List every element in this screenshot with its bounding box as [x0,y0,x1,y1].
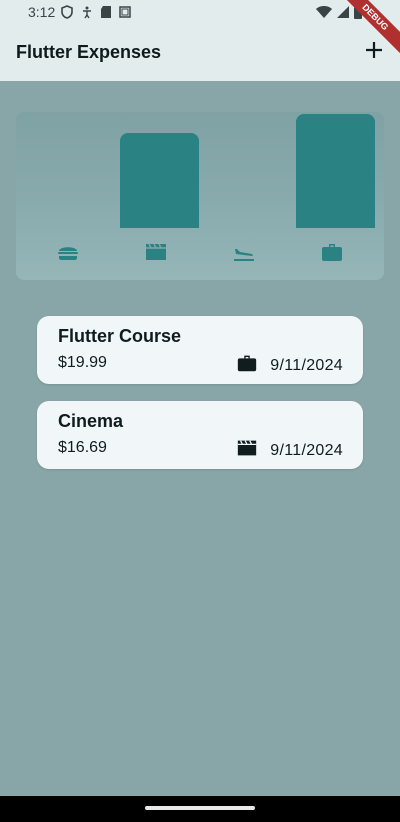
wifi-icon [316,5,332,22]
app-bar: Flutter Expenses [0,26,400,81]
bar-leisure [120,132,199,228]
bar-work [296,114,375,228]
system-nav-bar [0,796,400,822]
bar-slot-travel [200,112,288,228]
plus-icon [364,40,384,65]
app-title: Flutter Expenses [16,42,162,62]
expense-chart [16,112,384,280]
clapperboard-icon [144,240,168,264]
briefcase-icon [236,352,258,379]
expense-title: Flutter Course [58,326,182,346]
burger-icon [56,240,80,264]
briefcase-icon [320,240,344,264]
accessibility-icon [80,5,94,19]
status-bar: 3:12 DEBUG [0,0,400,55]
home-handle[interactable] [145,806,255,810]
expense-title: Cinema [58,411,124,431]
status-icons-left [60,5,132,19]
expense-meta: 9/11/2024 [236,437,343,464]
bar-slot-work [288,112,376,228]
expense-amount: $19.99 [58,354,107,371]
sd-card-icon [100,5,112,19]
chart-category-icons [24,240,376,264]
clapperboard-icon [236,437,258,464]
shield-icon [60,5,74,19]
expense-item[interactable]: Flutter Course $19.99 9/11/2024 [37,316,363,384]
add-expense-button[interactable] [358,36,390,68]
bar-slot-food [24,112,112,228]
status-time: 3:12 [28,4,56,20]
top-area: 3:12 DEBUG Flutter Expenses [0,0,400,81]
expense-amount: $16.69 [58,439,107,456]
screen-icon [118,5,132,19]
flight-icon [232,240,256,264]
chart-bars [24,112,376,228]
expense-date: 9/11/2024 [270,356,343,374]
signal-icon [336,5,350,22]
bar-slot-leisure [112,112,200,228]
expense-item[interactable]: Cinema $16.69 9/11/2024 [37,401,363,469]
expense-meta: 9/11/2024 [236,352,343,379]
expense-date: 9/11/2024 [270,441,343,459]
